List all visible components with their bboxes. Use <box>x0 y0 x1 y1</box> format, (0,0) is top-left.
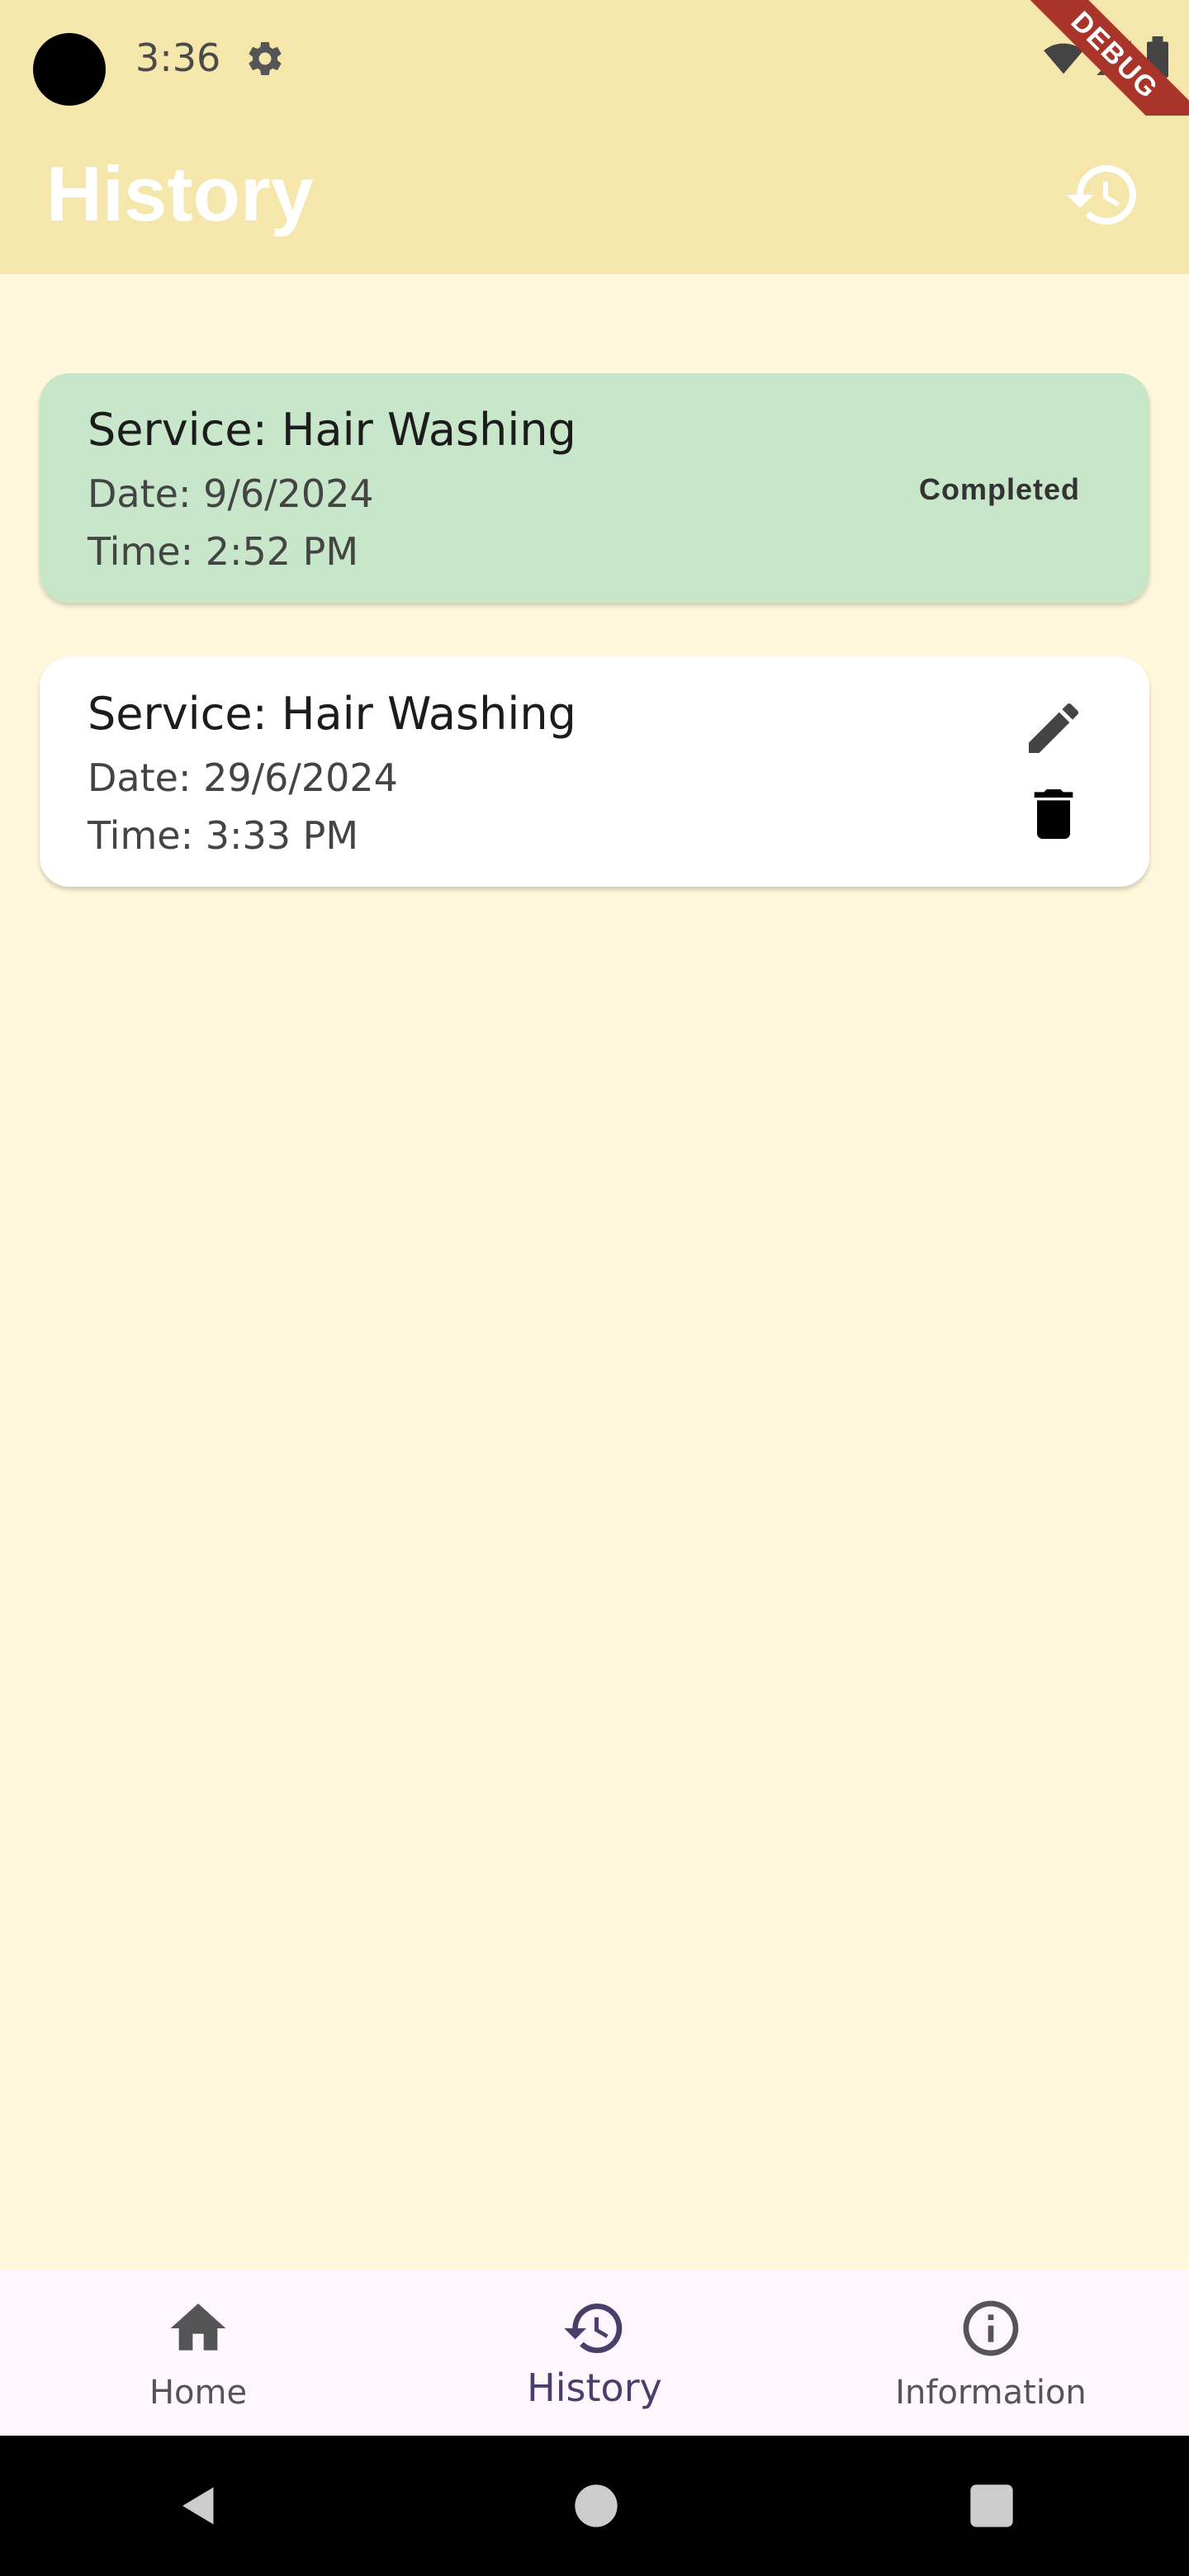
nav-item-information[interactable]: Information <box>793 2271 1189 2436</box>
nav-item-history[interactable]: History <box>396 2271 793 2436</box>
home-icon <box>170 2304 226 2351</box>
appointment-date: Date: 9/6/2024 <box>88 471 374 516</box>
bottom-navigation: Home History Information <box>0 2271 1189 2436</box>
appointment-card[interactable]: Service: Hair Washing Date: 29/6/2024 Ti… <box>40 657 1149 887</box>
appointment-time: Time: 2:52 PM <box>88 529 359 574</box>
service-name: Service: Hair Washing <box>88 688 576 740</box>
back-icon[interactable] <box>174 2481 224 2531</box>
appointment-date: Date: 29/6/2024 <box>88 755 398 800</box>
status-time: 3:36 <box>135 36 221 80</box>
history-icon <box>564 2304 623 2353</box>
status-badge: Completed <box>918 472 1080 506</box>
nav-label-information: Information <box>895 2374 1087 2412</box>
nav-item-home[interactable]: Home <box>0 2271 396 2436</box>
info-icon <box>963 2300 1019 2356</box>
appointment-time: Time: 3:33 PM <box>88 813 359 858</box>
settings-gear-icon <box>249 41 282 75</box>
app-bar: History <box>0 116 1189 274</box>
recents-icon[interactable] <box>969 2483 1015 2529</box>
home-circle-icon[interactable] <box>573 2483 619 2529</box>
appointment-card[interactable]: Service: Hair Washing Date: 9/6/2024 Tim… <box>40 373 1149 603</box>
service-name: Service: Hair Washing <box>88 404 576 456</box>
camera-cutout <box>33 33 106 106</box>
system-navigation-bar <box>0 2436 1189 2576</box>
edit-icon[interactable] <box>1021 695 1087 761</box>
delete-icon[interactable] <box>1021 781 1087 847</box>
nav-label-history: History <box>527 2365 662 2410</box>
nav-label-home: Home <box>149 2374 248 2412</box>
status-bar: 3:36 DEBUG <box>0 0 1189 158</box>
history-icon[interactable] <box>1063 155 1143 234</box>
page-title: History <box>46 150 314 237</box>
